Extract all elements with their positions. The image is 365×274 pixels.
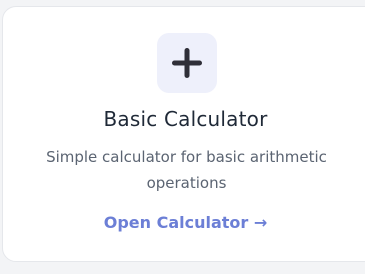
plus-icon [172,48,202,78]
card-description: Simple calculator for basic arithmetic o… [46,148,327,192]
calculator-icon-tile [157,33,217,93]
calculator-card: Basic Calculator Simple calculator for b… [2,6,365,262]
open-calculator-link[interactable]: Open Calculator → [3,213,365,232]
card-title: Basic Calculator [103,107,268,131]
